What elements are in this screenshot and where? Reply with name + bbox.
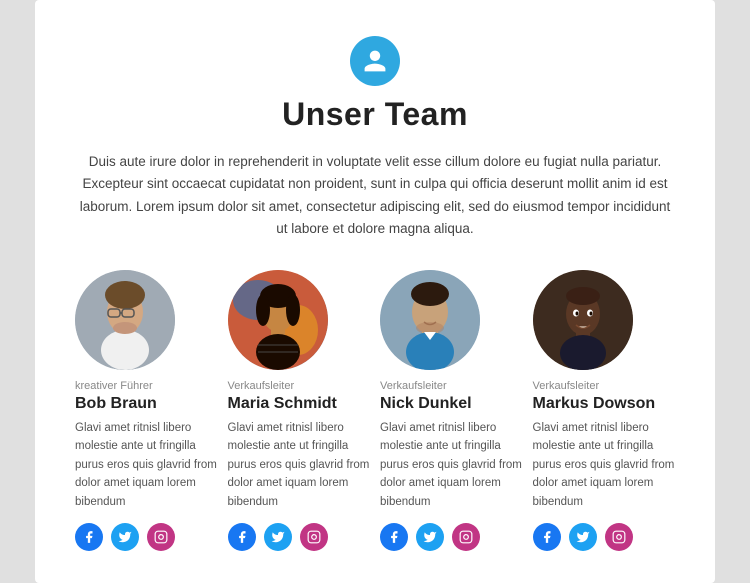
member-role-bob: kreativer Führer: [75, 380, 153, 392]
member-bio-maria: Glavi amet ritnisl libero molestie ante …: [228, 419, 371, 511]
member-bio-nick: Glavi amet ritnisl libero molestie ante …: [380, 419, 523, 511]
member-name-bob: Bob Braun: [75, 395, 157, 413]
member-role-nick: Verkaufsleiter: [380, 380, 447, 392]
member-bio-bob: Glavi amet ritnisl libero molestie ante …: [75, 419, 218, 511]
instagram-icon-markus[interactable]: [605, 523, 633, 551]
avatar-bob: [75, 270, 175, 370]
twitter-icon-maria[interactable]: [264, 523, 292, 551]
social-icons-maria: [228, 523, 328, 551]
member-name-markus: Markus Dowson: [533, 395, 656, 413]
avatar-maria: [228, 270, 328, 370]
facebook-icon-nick[interactable]: [380, 523, 408, 551]
user-icon: [350, 36, 400, 86]
member-bio-markus: Glavi amet ritnisl libero molestie ante …: [533, 419, 676, 511]
section-header: Unser Team: [75, 36, 675, 133]
team-member-bob: kreativer Führer Bob Braun Glavi amet ri…: [75, 270, 218, 551]
facebook-icon-bob[interactable]: [75, 523, 103, 551]
instagram-icon-nick[interactable]: [452, 523, 480, 551]
avatar-markus: [533, 270, 633, 370]
member-role-markus: Verkaufsleiter: [533, 380, 600, 392]
member-name-nick: Nick Dunkel: [380, 395, 472, 413]
twitter-icon-nick[interactable]: [416, 523, 444, 551]
team-card: Unser Team Duis aute irure dolor in repr…: [35, 0, 715, 583]
team-member-maria: Verkaufsleiter Maria Schmidt Glavi amet …: [228, 270, 371, 551]
member-role-maria: Verkaufsleiter: [228, 380, 295, 392]
team-grid: kreativer Führer Bob Braun Glavi amet ri…: [75, 270, 675, 551]
social-icons-bob: [75, 523, 175, 551]
section-description: Duis aute irure dolor in reprehenderit i…: [75, 151, 675, 240]
social-icons-nick: [380, 523, 480, 551]
avatar-nick: [380, 270, 480, 370]
facebook-icon-markus[interactable]: [533, 523, 561, 551]
facebook-icon-maria[interactable]: [228, 523, 256, 551]
team-member-nick: Verkaufsleiter Nick Dunkel Glavi amet ri…: [380, 270, 523, 551]
instagram-icon-bob[interactable]: [147, 523, 175, 551]
twitter-icon-bob[interactable]: [111, 523, 139, 551]
member-name-maria: Maria Schmidt: [228, 395, 337, 413]
social-icons-markus: [533, 523, 633, 551]
team-member-markus: Verkaufsleiter Markus Dowson Glavi amet …: [533, 270, 676, 551]
section-title: Unser Team: [282, 96, 468, 133]
instagram-icon-maria[interactable]: [300, 523, 328, 551]
twitter-icon-markus[interactable]: [569, 523, 597, 551]
